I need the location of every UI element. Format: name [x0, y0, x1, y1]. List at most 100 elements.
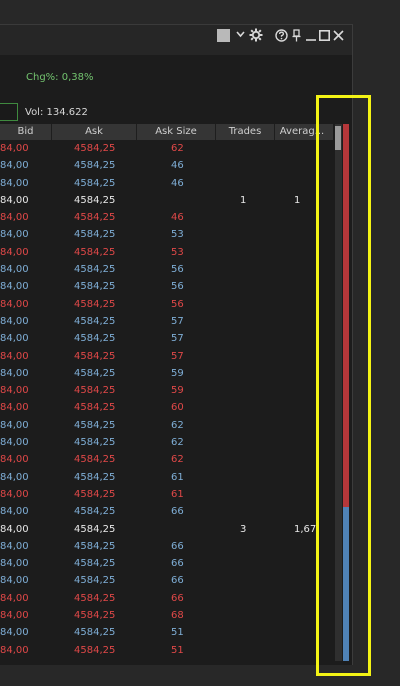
ask-size: 57 [171, 350, 184, 362]
column-header-ask-size[interactable]: Ask Size [137, 124, 216, 140]
table-row[interactable]: 84,00 4584,25 57 [0, 348, 333, 365]
ask-size: 61 [171, 471, 184, 483]
ask-size: 46 [171, 212, 184, 224]
bid-price: 84,00 [0, 177, 29, 189]
bid-price: 84,00 [0, 644, 29, 656]
column-header-trades[interactable]: Trades [216, 124, 275, 140]
ask-price: 4584,25 [74, 419, 116, 431]
bid-price: 84,00 [0, 471, 29, 483]
ask-size: 51 [171, 644, 184, 656]
column-header-bid[interactable]: Bid [0, 124, 52, 140]
table-row[interactable]: 84,00 4584,25 51 [0, 642, 333, 659]
quantity-input[interactable] [0, 103, 18, 121]
column-header-ask[interactable]: Ask [52, 124, 137, 140]
trade-count: 1 [240, 194, 247, 206]
bid-price: 84,00 [0, 160, 29, 172]
ask-price: 4584,25 [74, 229, 116, 241]
ask-size: 66 [171, 575, 184, 587]
ask-price: 4584,25 [74, 592, 116, 604]
bid-price: 84,00 [0, 333, 29, 345]
ask-size: 60 [171, 402, 184, 414]
bid-price: 84,00 [0, 264, 29, 276]
table-row[interactable]: 84,00 4584,25 56 [0, 261, 333, 278]
table-row[interactable]: 84,00 4584,25 56 [0, 278, 333, 295]
table-row[interactable]: 84,00 4584,25 56 [0, 296, 333, 313]
ask-size: 62 [171, 419, 184, 431]
bid-price: 84,00 [0, 540, 29, 552]
ask-size: 51 [171, 627, 184, 639]
table-row[interactable]: 84,00 4584,25 66 [0, 555, 333, 572]
minimize-icon[interactable] [306, 29, 316, 46]
table-row[interactable]: 84,00 4584,25 53 [0, 226, 333, 243]
table-row[interactable]: 84,00 4584,25 46 [0, 157, 333, 174]
volume-label: Vol: 134.622 [25, 107, 88, 118]
table-row[interactable]: 84,00 4584,25 62 [0, 140, 333, 157]
table-row[interactable]: 84,00 4584,25 61 [0, 469, 333, 486]
bid-price: 84,00 [0, 437, 29, 449]
table-row[interactable]: 84,00 4584,25 46 [0, 175, 333, 192]
bid-price: 84,00 [0, 143, 29, 154]
table-row[interactable]: 84,00 4584,25 62 [0, 417, 333, 434]
change-percent: Chg%: 0,38% [26, 72, 94, 83]
bid-price: 84,00 [0, 610, 29, 622]
table-row[interactable]: 84,00 4584,25 68 [0, 607, 333, 624]
bid-price: 84,00 [0, 627, 29, 639]
ask-price: 4584,25 [74, 644, 116, 656]
chevron-down-icon[interactable] [236, 29, 245, 44]
gear-icon[interactable] [249, 28, 263, 46]
bid-price: 84,00 [0, 385, 29, 397]
ask-size: 53 [171, 246, 184, 258]
ask-size: 59 [171, 367, 184, 379]
table-row[interactable]: 84,00 4584,25 59 [0, 365, 333, 382]
ask-size: 46 [171, 160, 184, 172]
ask-price: 4584,25 [74, 333, 116, 345]
ask-price: 4584,25 [74, 471, 116, 483]
ask-price: 4584,25 [74, 627, 116, 639]
ask-price: 4584,25 [74, 367, 116, 379]
bid-price: 84,00 [0, 367, 29, 379]
bid-price: 84,00 [0, 194, 29, 206]
maximize-icon[interactable] [319, 30, 330, 45]
table-row[interactable]: 84,00 4584,25 57 [0, 330, 333, 347]
table-row[interactable]: 84,00 4584,25 66 [0, 503, 333, 520]
table-row[interactable]: 84,00 4584,25 66 [0, 538, 333, 555]
highlight-annotation-box [316, 95, 371, 676]
bid-price: 84,00 [0, 350, 29, 362]
ask-price: 4584,25 [74, 212, 116, 224]
table-row[interactable]: 84,00 4584,25 62 [0, 434, 333, 451]
ask-size: 62 [171, 437, 184, 449]
table-row[interactable]: 84,00 4584,25 62 [0, 451, 333, 468]
pin-icon[interactable] [292, 29, 301, 46]
table-row[interactable]: 84,00 4584,25 66 [0, 590, 333, 607]
help-icon[interactable] [275, 29, 288, 46]
ask-price: 4584,25 [74, 488, 116, 500]
ask-size: 57 [171, 333, 184, 345]
ask-price: 4584,25 [74, 523, 116, 535]
ask-price: 4584,25 [74, 558, 116, 570]
bid-price: 84,00 [0, 558, 29, 570]
trade-count: 3 [240, 523, 247, 535]
table-row[interactable]: 84,00 4584,25 51 [0, 624, 333, 641]
bid-price: 84,00 [0, 592, 29, 604]
ask-size: 66 [171, 592, 184, 604]
table-row[interactable]: 84,00 4584,25 60 [0, 399, 333, 416]
close-icon[interactable] [333, 30, 344, 45]
ask-size: 56 [171, 298, 184, 310]
table-row[interactable]: 84,00 4584,25 1 1 [0, 192, 333, 209]
table-row[interactable]: 84,00 4584,25 59 [0, 382, 333, 399]
table-row[interactable]: 84,00 4584,25 66 [0, 572, 333, 589]
table-row[interactable]: 84,00 4584,25 53 [0, 244, 333, 261]
bid-price: 84,00 [0, 246, 29, 258]
ask-size: 62 [171, 143, 184, 154]
ask-size: 61 [171, 488, 184, 500]
bid-price: 84,00 [0, 281, 29, 293]
color-swatch-icon[interactable] [217, 29, 230, 42]
table-row[interactable]: 84,00 4584,25 57 [0, 313, 333, 330]
table-row[interactable]: 84,00 4584,25 3 1,67 [0, 521, 333, 538]
table-row[interactable]: 84,00 4584,25 61 [0, 486, 333, 503]
table-row[interactable]: 84,00 4584,25 46 [0, 209, 333, 226]
ask-price: 4584,25 [74, 350, 116, 362]
ask-size: 59 [171, 385, 184, 397]
ask-size: 66 [171, 506, 184, 518]
bid-price: 84,00 [0, 402, 29, 414]
